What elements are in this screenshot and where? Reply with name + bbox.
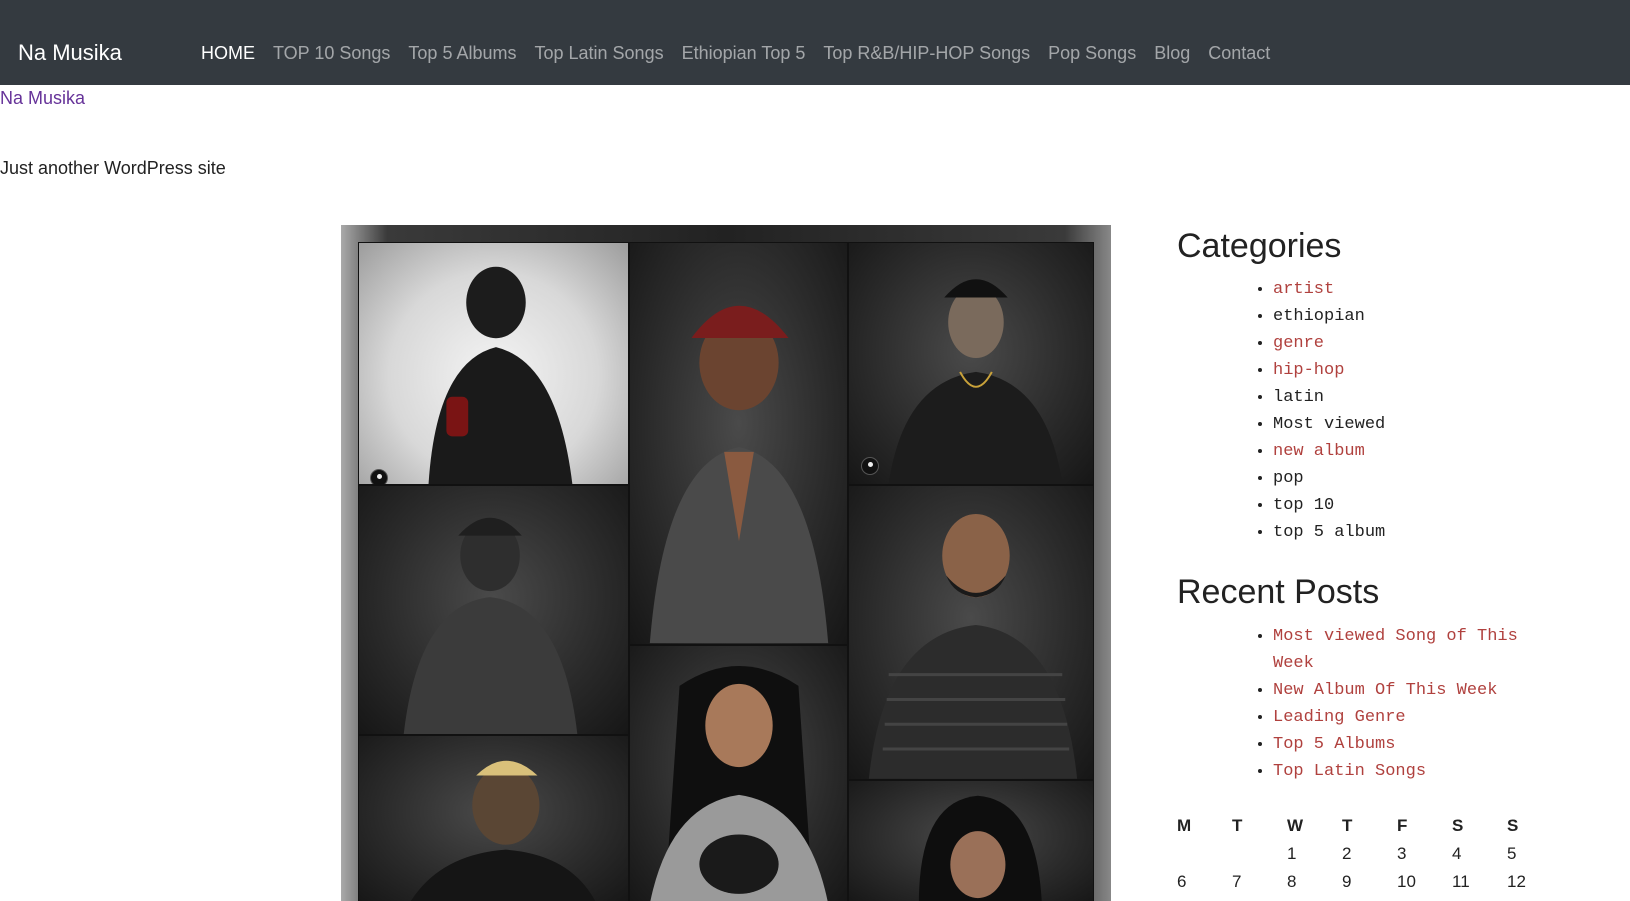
category-link-new-album[interactable]: new album (1273, 442, 1365, 461)
calendar-header-row: M T W T F S S (1177, 812, 1562, 840)
calendar-week-row: 1 2 3 4 5 (1177, 840, 1562, 868)
category-link-latin[interactable]: latin (1273, 388, 1324, 407)
nav-link-pop-songs[interactable]: Pop Songs (1048, 43, 1136, 64)
recent-post-link[interactable]: New Album Of This Week (1273, 681, 1497, 700)
calendar-day: 10 (1397, 872, 1416, 891)
calendar-day: 7 (1232, 872, 1242, 891)
portrait-figure (888, 279, 1063, 484)
list-item: artist (1273, 276, 1385, 303)
categories-widget-title: Categories (1177, 227, 1342, 265)
category-link-artist[interactable]: artist (1273, 280, 1334, 299)
calendar-day: 4 (1452, 844, 1462, 863)
portrait-tile (848, 242, 1094, 485)
calendar-weekday: T (1342, 816, 1353, 835)
calendar-day: 1 (1287, 844, 1297, 863)
nav-link-top-latin-songs[interactable]: Top Latin Songs (534, 43, 663, 64)
list-item: new album (1273, 438, 1385, 465)
recent-posts-widget-title: Recent Posts (1177, 573, 1380, 611)
categories-list: artist ethiopian genre hip-hop latin Mos… (1273, 276, 1385, 546)
calendar-week-row: 6 7 8 9 10 11 12 (1177, 868, 1562, 896)
portrait-figure (918, 795, 1042, 901)
recent-posts-list: Most viewed Song of This Week New Album … (1273, 623, 1553, 785)
recent-post-link[interactable]: Top Latin Songs (1273, 762, 1426, 781)
recent-post-link[interactable]: Leading Genre (1273, 708, 1406, 727)
recent-post-link[interactable]: Most viewed Song of This Week (1273, 627, 1518, 673)
category-link-hip-hop[interactable]: hip-hop (1273, 361, 1344, 380)
portrait-tile (848, 485, 1094, 780)
calendar-weekday: S (1507, 816, 1519, 835)
calendar-day: 9 (1342, 872, 1352, 891)
brand-link[interactable]: Na Musika (18, 40, 122, 66)
portrait-figure (403, 517, 578, 734)
list-item: Most viewed (1273, 411, 1385, 438)
nav-link-top-5-albums[interactable]: Top 5 Albums (408, 43, 516, 64)
calendar-day: 8 (1287, 872, 1297, 891)
nav-link-ethiopian-top-5[interactable]: Ethiopian Top 5 (682, 43, 806, 64)
site-title-link[interactable]: Na Musika (0, 88, 85, 109)
category-link-genre[interactable]: genre (1273, 334, 1324, 353)
calendar-day: 11 (1452, 872, 1470, 891)
category-link-top-10[interactable]: top 10 (1273, 496, 1334, 515)
profile-icon (370, 469, 388, 484)
calendar-day: 6 (1177, 872, 1187, 891)
list-item: genre (1273, 330, 1385, 357)
nav-link-contact[interactable]: Contact (1208, 43, 1270, 64)
category-link-top-5-album[interactable]: top 5 album (1273, 523, 1385, 542)
portrait-tile (358, 242, 629, 485)
nav-menu: HOME TOP 10 Songs Top 5 Albums Top Latin… (201, 43, 1288, 64)
portrait-figure (410, 760, 596, 901)
calendar-weekday: W (1287, 816, 1304, 835)
portrait-tile (358, 485, 629, 735)
calendar-day: 2 (1342, 844, 1352, 863)
nav-link-blog[interactable]: Blog (1154, 43, 1190, 64)
list-item: Top 5 Albums (1273, 731, 1553, 758)
calendar-weekday: S (1452, 816, 1464, 835)
list-item: latin (1273, 384, 1385, 411)
top-navbar: Na Musika HOME TOP 10 Songs Top 5 Albums… (0, 0, 1630, 85)
site-tagline: Just another WordPress site (0, 158, 226, 178)
calendar-weekday: T (1232, 816, 1243, 835)
list-item: top 10 (1273, 492, 1385, 519)
list-item: pop (1273, 465, 1385, 492)
portrait-figure (868, 513, 1078, 779)
calendar-day (1232, 840, 1287, 868)
portrait-figure (650, 666, 828, 901)
calendar-day: 3 (1397, 844, 1407, 863)
portrait-figure (428, 266, 573, 484)
portrait-tile (629, 242, 848, 645)
recent-post-link[interactable]: Top 5 Albums (1273, 735, 1395, 754)
nav-link-top-10-songs[interactable]: TOP 10 Songs (273, 43, 390, 64)
portrait-tile (358, 735, 629, 901)
nav-link-top-rnb-hiphop[interactable]: Top R&B/HIP-HOP Songs (823, 43, 1030, 64)
calendar-day: 5 (1507, 844, 1517, 863)
category-link-ethiopian[interactable]: ethiopian (1273, 307, 1365, 326)
category-link-pop[interactable]: pop (1273, 469, 1304, 488)
list-item: Most viewed Song of This Week (1273, 623, 1553, 677)
list-item: Leading Genre (1273, 704, 1553, 731)
profile-icon (861, 457, 879, 475)
list-item: hip-hop (1273, 357, 1385, 384)
nav-link-home[interactable]: HOME (201, 43, 255, 64)
category-link-most-viewed[interactable]: Most viewed (1273, 415, 1385, 434)
featured-image-collage (341, 225, 1111, 901)
portrait-tile (848, 780, 1094, 901)
calendar-day: 12 (1507, 872, 1526, 891)
calendar-day (1177, 840, 1232, 868)
list-item: New Album Of This Week (1273, 677, 1553, 704)
list-item: top 5 album (1273, 519, 1385, 546)
list-item: ethiopian (1273, 303, 1385, 330)
portrait-figure (649, 305, 829, 644)
calendar-weekday: F (1397, 816, 1408, 835)
list-item: Top Latin Songs (1273, 758, 1553, 785)
calendar-weekday: M (1177, 816, 1192, 835)
calendar-widget: M T W T F S S 1 2 3 4 5 6 7 8 9 10 11 12 (1177, 812, 1562, 896)
portrait-tile (629, 645, 848, 901)
